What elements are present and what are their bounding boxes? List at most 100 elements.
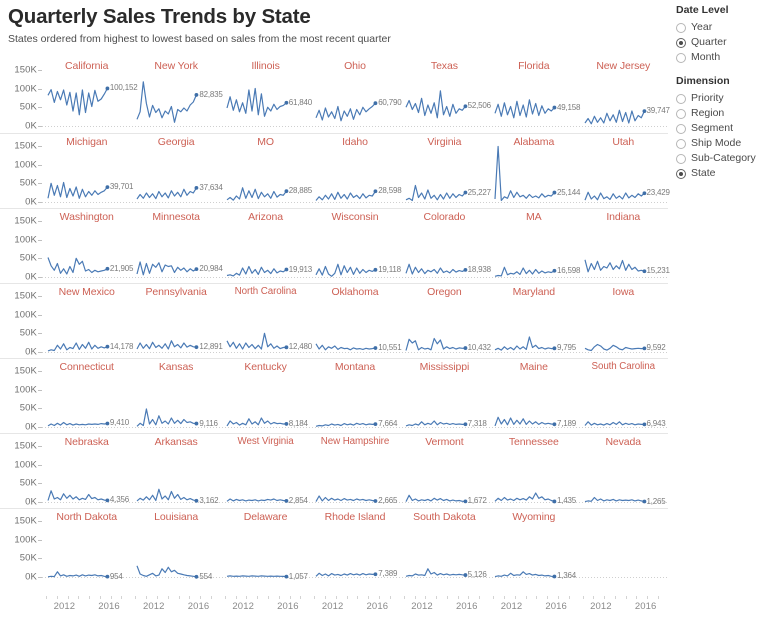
state-panel[interactable]: Indiana 15,231 [579, 209, 670, 284]
panel-end-value: 52,506 [467, 101, 491, 111]
panel-row: Connecticut 9,410 Kansas 9,116 Kentucky 8,184… [42, 359, 668, 434]
chart-row: 150K 100K 50K 0K Nebraska 4,356 Arkansas 3,162 W… [0, 433, 668, 508]
panel-end-value: 23,429 [646, 188, 670, 198]
panel-end-value: 7,389 [378, 569, 398, 579]
radio-button-icon[interactable] [676, 123, 686, 134]
state-panel[interactable]: Kansas 9,116 [131, 359, 220, 434]
x-axis-tick-label: 2016 [455, 601, 478, 612]
state-panel[interactable]: Pennsylvania 12,891 [131, 284, 223, 359]
panel-end-value: 1,057 [288, 571, 308, 581]
radio-button-icon[interactable] [676, 153, 686, 164]
state-panel[interactable]: New Jersey 39,747 [579, 58, 670, 133]
state-panel[interactable]: Florida 49,158 [489, 58, 581, 133]
state-panel[interactable]: Nevada 1,265 [579, 434, 668, 509]
radio-button-icon[interactable] [676, 168, 686, 179]
state-panel[interactable]: Kentucky 8,184 [221, 359, 310, 434]
radio-group-title: Date Level [676, 4, 729, 16]
state-panel[interactable]: Colorado 18,938 [400, 209, 491, 284]
sparkline [405, 184, 468, 202]
y-axis: 150K 100K 50K 0K [0, 134, 42, 209]
x-axis-tick-mark [146, 596, 148, 599]
radio-option-region[interactable]: Region [676, 106, 773, 121]
radio-button-icon[interactable] [676, 138, 686, 149]
state-panel[interactable]: Utah 23,429 [579, 134, 670, 209]
state-panel[interactable]: New York 82,835 [131, 58, 223, 133]
x-axis-tick-mark [403, 596, 405, 599]
x-axis-tick-label: 2012 [143, 601, 165, 612]
radio-option-segment[interactable]: Segment [676, 121, 773, 136]
x-axis-tick-mark [378, 596, 380, 599]
sparkline [494, 145, 557, 202]
radio-option-priority[interactable]: Priority [676, 91, 773, 106]
state-panel[interactable]: Texas 52,506 [400, 58, 491, 133]
x-axis-tick-mark [278, 596, 280, 599]
state-panel[interactable]: Mississippi 7,318 [400, 359, 489, 434]
panel-end-value: 20,984 [199, 264, 223, 274]
state-panel[interactable]: Connecticut 9,410 [42, 359, 131, 434]
radio-option-quarter[interactable]: Quarter [676, 35, 773, 50]
state-panel[interactable]: West Virginia 2,854 [221, 434, 310, 509]
radio-option-label: Region [691, 107, 725, 119]
state-panel[interactable]: Rhode Island 7,389 [310, 509, 399, 584]
state-panel[interactable]: Vermont 1,672 [400, 434, 489, 509]
state-panel[interactable]: North Dakota 954 [42, 509, 131, 584]
state-panel[interactable]: MO 28,885 [221, 134, 312, 209]
state-panel[interactable]: Ohio 60,790 [310, 58, 402, 133]
y-axis-tick-label: 0K [25, 196, 37, 208]
state-panel[interactable]: Iowa 9,592 [579, 284, 668, 359]
state-panel[interactable]: New Hampshire 2,665 [310, 434, 399, 509]
state-panel[interactable]: Nebraska 4,356 [42, 434, 131, 509]
state-panel[interactable]: Alabama 25,144 [489, 134, 581, 209]
state-panel[interactable]: Maryland 9,795 [489, 284, 578, 359]
radio-button-icon[interactable] [676, 22, 686, 33]
radio-option-label: Sub-Category [691, 152, 756, 164]
state-panel[interactable]: Minnesota 20,984 [131, 209, 223, 284]
state-panel[interactable]: Wisconsin 19,118 [310, 209, 401, 284]
x-axis-tick-mark [514, 596, 516, 599]
panel-end-value: 9,116 [199, 418, 218, 428]
panel-end-value: 4,356 [109, 495, 129, 505]
state-panel[interactable]: MA 16,598 [489, 209, 581, 284]
y-axis-tick-label: 150K [14, 440, 37, 452]
state-panel[interactable]: South Carolina 6,943 [579, 359, 668, 434]
state-panel[interactable]: Oklahoma 10,551 [310, 284, 402, 359]
radio-option-state[interactable]: State [676, 166, 773, 181]
state-panel[interactable]: Illinois 61,840 [221, 58, 312, 133]
x-axis-tick-label: 2012 [232, 601, 254, 612]
state-panel[interactable]: Oregon 10,432 [400, 284, 491, 359]
state-panel[interactable]: Louisiana 554 [131, 509, 220, 584]
state-panel[interactable]: Tennessee 1,435 [489, 434, 578, 509]
panel-end-value: 2,665 [378, 496, 398, 505]
state-panel[interactable]: Virginia 25,227 [400, 134, 491, 209]
state-panel[interactable]: Arkansas 3,162 [131, 434, 220, 509]
state-panel[interactable]: Montana 7,664 [310, 359, 399, 434]
state-panel[interactable]: Wyoming 1,364 [489, 509, 578, 584]
state-panel[interactable]: New Mexico 14,178 [42, 284, 133, 359]
radio-button-icon[interactable] [676, 93, 686, 104]
radio-button-icon[interactable] [676, 37, 686, 48]
sparkline [315, 189, 378, 201]
state-panel[interactable]: Arizona 19,913 [221, 209, 312, 284]
state-panel[interactable] [579, 509, 668, 584]
state-panel[interactable]: California 100,152 [42, 58, 138, 133]
radio-button-icon[interactable] [676, 52, 686, 63]
radio-option-month[interactable]: Month [676, 50, 773, 65]
state-panel[interactable]: Maine 7,189 [489, 359, 578, 434]
x-axis-tick-label: 2016 [545, 601, 567, 612]
state-panel[interactable]: Washington 21,905 [42, 209, 133, 284]
state-panel[interactable]: Delaware 1,057 [221, 509, 310, 584]
radio-button-icon[interactable] [676, 108, 686, 119]
state-panel[interactable]: Georgia 37,634 [131, 134, 223, 209]
x-axis-tick-label: 2012 [590, 601, 612, 612]
radio-option-year[interactable]: Year [676, 20, 773, 35]
state-panel[interactable]: South Dakota 5,126 [400, 509, 489, 584]
radio-option-sub-category[interactable]: Sub-Category [676, 151, 773, 166]
chart-row: 150K 100K 50K 0K North Dakota 954 Louisiana 554… [0, 508, 668, 583]
x-axis-tick-mark [446, 596, 448, 599]
x-axis-tick-label: 2012 [53, 601, 76, 612]
radio-option-ship-mode[interactable]: Ship Mode [676, 136, 773, 151]
x-axis-tick-mark [368, 596, 370, 599]
state-panel[interactable]: North Carolina 12,480 [221, 284, 312, 359]
state-panel[interactable]: Michigan 39,701 [42, 134, 133, 209]
state-panel[interactable]: Idaho 28,598 [310, 134, 402, 209]
